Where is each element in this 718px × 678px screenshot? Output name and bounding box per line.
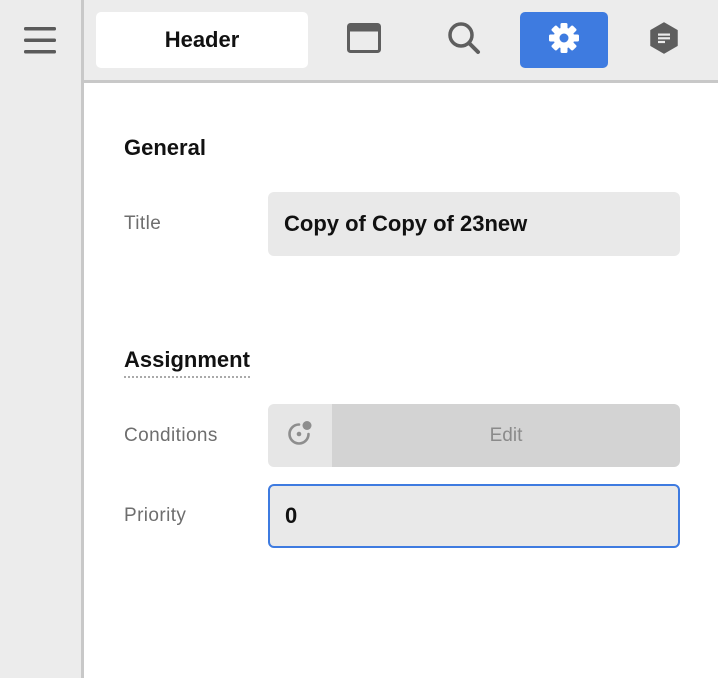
title-label: Title <box>124 213 162 234</box>
section-title-assignment: Assignment <box>124 347 250 378</box>
tab-search[interactable] <box>420 12 508 68</box>
tab-settings[interactable] <box>520 12 608 68</box>
tab-layout[interactable] <box>320 12 408 68</box>
priority-label: Priority <box>124 505 187 526</box>
section-title-general: General <box>124 135 206 160</box>
conditions-target-icon <box>286 419 314 452</box>
conditions-edit-button[interactable]: Edit <box>332 404 680 467</box>
conditions-icon-box <box>268 404 332 467</box>
layout-window-icon <box>347 22 381 58</box>
info-hexagon-icon <box>648 21 680 59</box>
title-input[interactable] <box>268 192 680 256</box>
conditions-label: Conditions <box>124 425 218 446</box>
priority-input[interactable] <box>268 484 680 548</box>
search-icon <box>447 21 481 60</box>
top-toolbar: Header <box>84 0 718 83</box>
hamburger-menu-icon[interactable] <box>24 24 56 56</box>
conditions-control: Edit <box>268 404 680 467</box>
tab-header[interactable]: Header <box>96 12 308 68</box>
tab-info[interactable] <box>620 12 708 68</box>
tab-header-label: Header <box>164 27 240 52</box>
gear-icon <box>548 22 580 59</box>
settings-panel: General Title Assignment Conditions Edit… <box>84 83 718 678</box>
left-rail <box>0 0 84 678</box>
